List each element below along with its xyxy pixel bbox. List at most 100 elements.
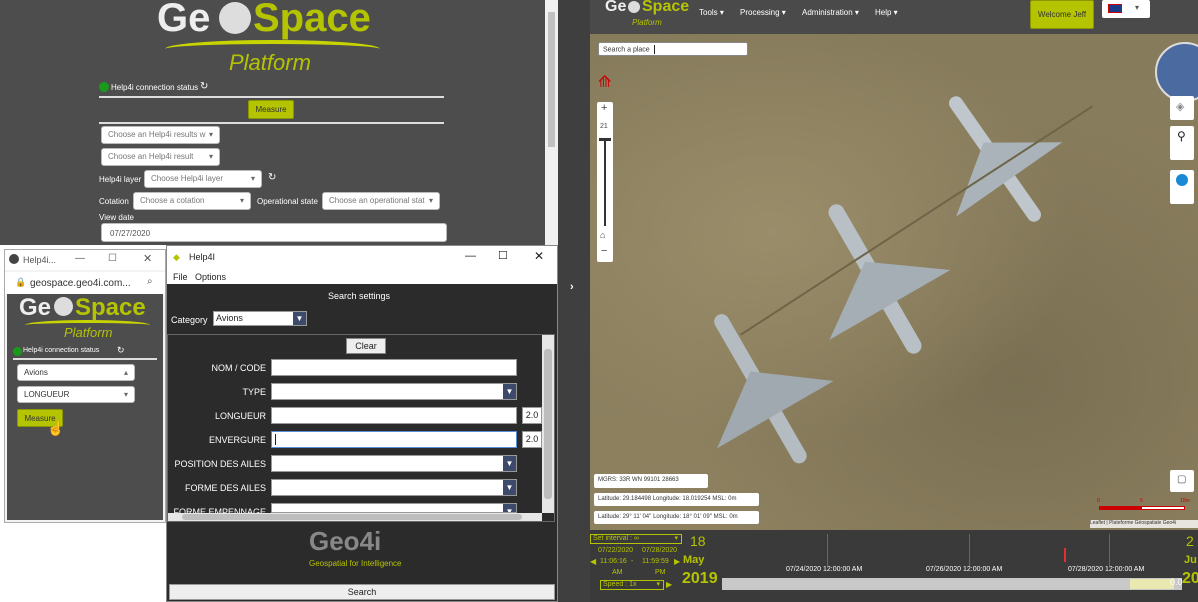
v-scrollbar[interactable] — [542, 335, 554, 513]
layers-icon: ◈ — [1176, 101, 1185, 113]
op-state-select[interactable]: Choose an operational stat ▾ — [322, 192, 440, 210]
field-label-position-ailes: POSITION DES AILES — [174, 459, 266, 469]
results-select[interactable]: Choose an Help4i results w ▾ — [101, 126, 220, 144]
layers-button[interactable]: ◈ — [1170, 96, 1194, 120]
field-select[interactable]: LONGUEUR ▾ — [17, 386, 135, 403]
measure-tool-button[interactable] — [1170, 170, 1194, 204]
end-date: 07/28/2020 — [642, 547, 678, 554]
menu-options[interactable]: Options — [195, 272, 226, 282]
logo-space: Space — [642, 0, 690, 15]
nom-code-input[interactable] — [271, 359, 517, 376]
status-dot — [99, 82, 109, 92]
result-select[interactable]: Choose an Help4i result ▾ — [101, 148, 220, 166]
scale-segment — [1099, 506, 1185, 510]
zoom-in-button[interactable]: + — [601, 102, 607, 114]
category-select[interactable]: Avions ▴ — [17, 364, 135, 381]
address-bar[interactable]: 🔒 geospace.geo4i.com... ⌕ — [5, 272, 165, 294]
envergure-tolerance[interactable]: 2.0 — [522, 431, 542, 448]
refresh-icon[interactable]: ↻ — [268, 172, 276, 183]
interval-select[interactable]: Set interval : ∞ ▾ — [590, 534, 682, 544]
category-combo[interactable]: Avions ▼ — [213, 311, 307, 326]
app-icon: ◆ — [173, 252, 180, 262]
search-button[interactable]: Search — [169, 584, 555, 600]
menu-processing[interactable]: Processing ▾ — [740, 8, 786, 17]
scroll-thumb[interactable] — [544, 349, 552, 499]
speed-select[interactable]: Speed : 1x ▾ — [600, 580, 664, 590]
chevron-down-icon: ▼ — [503, 504, 516, 512]
home-icon[interactable]: ⌂ — [600, 230, 605, 240]
current-time-marker[interactable] — [1064, 548, 1066, 562]
logo-space: Space — [75, 294, 146, 321]
scrollbar[interactable] — [545, 0, 558, 245]
logo-geo: Ge — [605, 0, 627, 15]
chevron-down-icon: ▼ — [503, 384, 516, 399]
scroll-thumb[interactable] — [1130, 579, 1174, 589]
logo-space: Space — [253, 0, 371, 40]
scale-10: 10m — [1180, 498, 1190, 504]
place-search-input[interactable]: Search a place — [598, 42, 748, 56]
longueur-tolerance[interactable]: 2.0 — [522, 407, 542, 424]
menu-administration[interactable]: Administration ▾ — [802, 8, 859, 17]
ruler-icon — [1176, 174, 1188, 186]
close-icon[interactable]: ✕ — [143, 252, 152, 265]
settings-panel: Clear NOM / CODE TYPE ▼ LONGUEUR 2.0 ENV… — [167, 334, 555, 522]
expand-arrow-icon[interactable]: › — [570, 281, 574, 293]
minimize-icon[interactable]: — — [75, 253, 85, 264]
zoom-slider[interactable] — [604, 138, 606, 226]
cotation-label: Cotation — [99, 197, 129, 206]
minimap-globe[interactable] — [1155, 42, 1198, 102]
start-time: 11:06:16 — [600, 558, 627, 565]
menu-tools[interactable]: Tools ▾ — [699, 8, 724, 17]
logo-platform: Platform — [632, 18, 662, 27]
scroll-thumb[interactable] — [548, 12, 555, 147]
popup-logo: Ge Space Platform — [19, 294, 159, 342]
h-scrollbar[interactable] — [168, 513, 542, 521]
cotation-select[interactable]: Choose a cotation ▾ — [133, 192, 251, 210]
menu-file[interactable]: File — [173, 272, 188, 282]
minimize-icon[interactable]: — — [465, 250, 476, 262]
zoom-out-button[interactable]: − — [601, 245, 607, 257]
fullscreen-button[interactable]: ▢ — [1170, 470, 1194, 492]
status-dot — [13, 347, 22, 356]
timeline-track[interactable]: 07/24/2020 12:00:00 AM 07/26/2020 12:00:… — [722, 530, 1198, 576]
longueur-input[interactable] — [271, 407, 517, 424]
type-combo[interactable]: ▼ — [271, 383, 517, 400]
search-icon[interactable]: ⌕ — [147, 276, 153, 287]
language-select[interactable]: ▾ — [1102, 0, 1150, 18]
close-icon[interactable]: ✕ — [534, 249, 544, 263]
view-date-input[interactable]: 07/27/2020 — [101, 223, 447, 242]
url-text: geospace.geo4i.com... — [30, 278, 131, 289]
tick-line — [969, 534, 970, 566]
envergure-input[interactable] — [271, 431, 517, 448]
geo4i-logo: Geo4i — [309, 526, 382, 556]
maximize-icon[interactable]: ☐ — [498, 249, 508, 262]
forme-empennage-combo[interactable]: ▼ — [271, 503, 517, 513]
right-year: 20 — [1182, 570, 1198, 587]
month-name: May — [683, 554, 705, 566]
refresh-icon[interactable]: ↻ — [117, 345, 125, 356]
forme-ailes-combo[interactable]: ▼ — [271, 479, 517, 496]
help4i-titlebar: ◆ Help4I — ☐ ✕ — [167, 246, 557, 270]
welcome-button[interactable]: Welcome Jeff — [1030, 0, 1094, 29]
chevron-down-icon: ▼ — [503, 480, 516, 495]
scroll-thumb[interactable] — [182, 514, 522, 520]
play-icon[interactable]: ▶ — [666, 580, 672, 589]
scale-bar: 0 5 10m — [1085, 498, 1195, 518]
zoom-handle[interactable] — [599, 138, 611, 141]
marker-button[interactable]: ⚲ — [1170, 126, 1194, 160]
zoom-level: 21 — [600, 123, 608, 130]
step-forward-icon[interactable]: ▶ — [674, 557, 680, 566]
maximize-icon[interactable]: ☐ — [108, 253, 117, 264]
position-ailes-combo[interactable]: ▼ — [271, 455, 517, 472]
measure-button[interactable]: Measure — [248, 100, 294, 119]
map-view[interactable]: Search a place ⟰ + 21 ⌂ − ◈ ⚲ ▢ MGRS: 33… — [590, 34, 1198, 530]
panel-splitter[interactable]: › — [558, 0, 590, 602]
layer-select[interactable]: Choose Help4i layer ▾ — [144, 170, 262, 188]
connection-status: Help4i connection status — [23, 347, 100, 354]
timeline-scrollbar[interactable] — [722, 578, 1182, 590]
step-back-icon[interactable]: ◀ — [590, 557, 596, 566]
clear-button[interactable]: Clear — [346, 338, 386, 354]
menu-help[interactable]: Help ▾ — [875, 8, 898, 17]
logo-geo: Ge — [157, 0, 211, 40]
refresh-icon[interactable]: ↻ — [200, 81, 208, 92]
